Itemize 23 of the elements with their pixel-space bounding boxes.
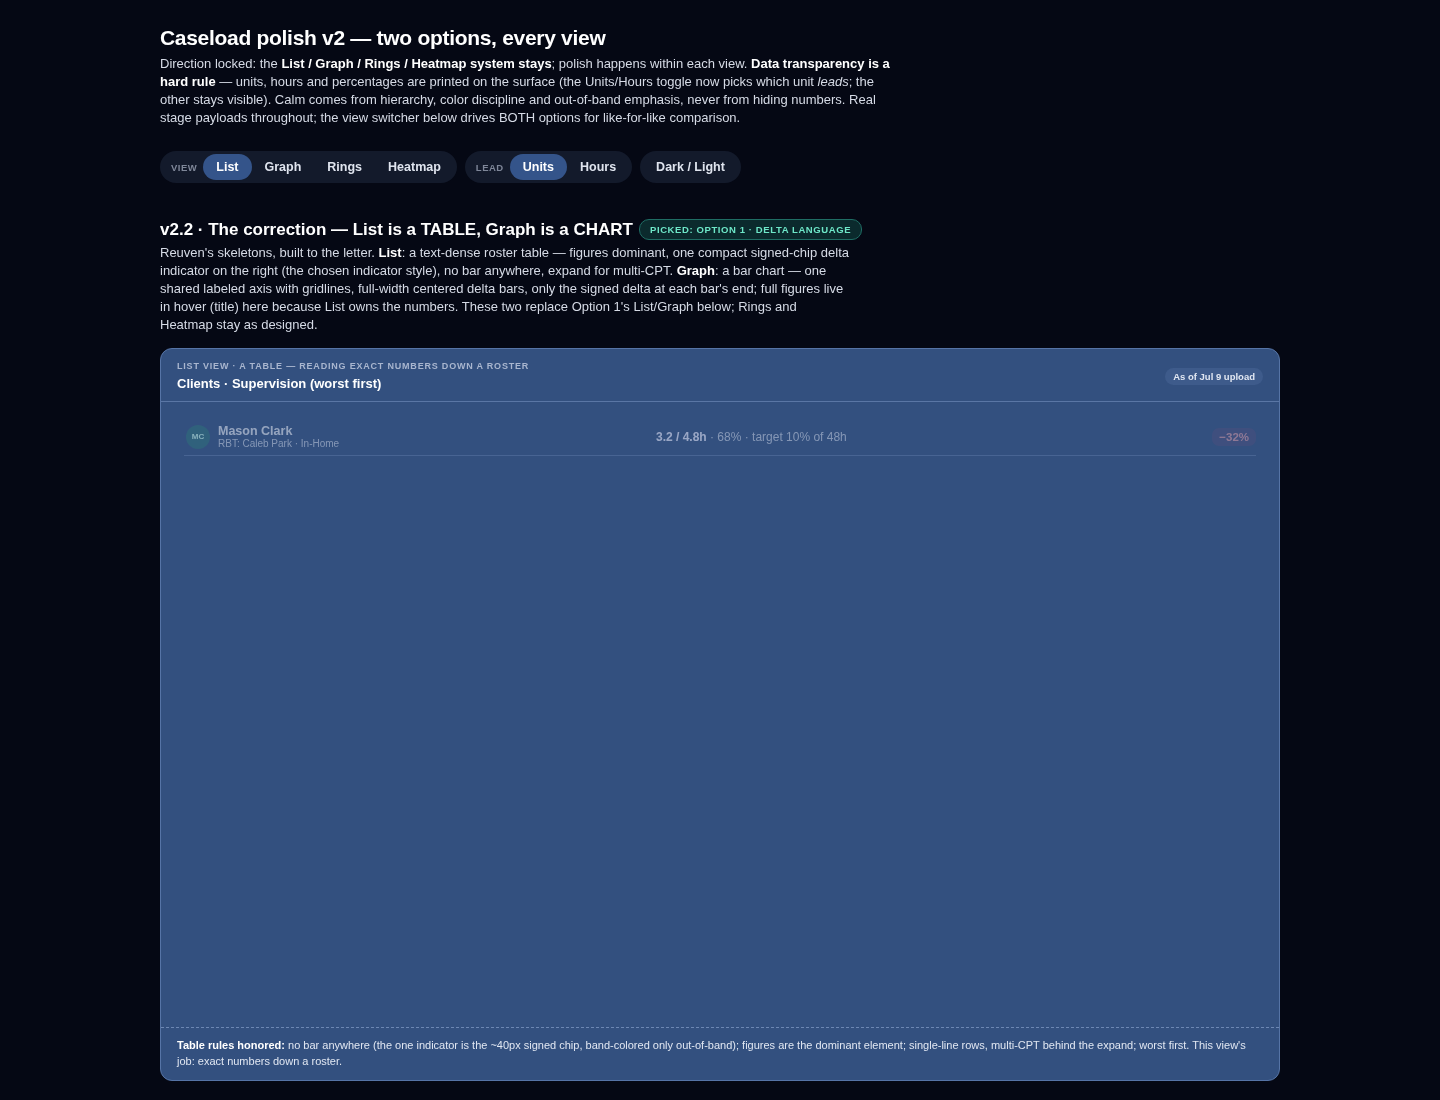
client-name: Mason Clark: [218, 424, 294, 438]
avatar-initials: MC: [186, 424, 210, 449]
toggle-option[interactable]: Dark / Light: [643, 154, 738, 180]
group-label: VIEW: [170, 161, 199, 173]
hours-figures: 3.2 / 4.8h · 68% · target 10% of 48h: [656, 429, 847, 444]
card-eyebrow: LIST VIEW · A TABLE — READING EXACT NUMBERS DOWN A ROSTER: [177, 361, 530, 371]
upload-date-badge: As of Jul 9 upload: [1165, 367, 1263, 385]
section-title: v2.2 · The correction — List is a TABLE, Graph is a CHART: [160, 219, 633, 240]
toggle-option[interactable]: List: [203, 154, 252, 180]
toggle-option[interactable]: Rings: [314, 154, 376, 180]
picked-badge: PICKED: OPTION 1 · DELTA LANGUAGE: [638, 219, 863, 240]
group-label: LEAD: [474, 161, 505, 173]
card-title: Clients · Supervision (worst first): [177, 376, 383, 391]
delta-chip: −32%: [1212, 427, 1256, 446]
section-description: Reuven's skeletons, built to the letter. List: a text-dense roster table — figures dominant, one compact signed-chip delta indicator on the right (the chosen indicator style), no bar anywhere, expand for multi-CPT. Graph: a bar chart — one shared labeled axis with gridlines, full-width centered delta bars, only the signed delta at each bar's end; full figures live in hover (title) here because List owns the numbers. These two replace Option 1's List/Graph below; Rings and Heatmap stay as designed.: [160, 244, 850, 334]
intro-paragraph: Direction locked: the List / Graph / Rings / Heatmap system stays; polish happens within each view. Data transparency is a hard rule — units, hours and percentages are printed on the surface (the Units/Hours toggle now picks which unit leads; the other stays visible). Calm comes from hierarchy, color discipline and out-of-band emphasis, never from hiding numbers. Real stage payloads throughout; the view switcher below drives BOTH options for like-for-like comparison.: [160, 55, 890, 127]
toggle-option[interactable]: Units: [509, 154, 567, 180]
toggle-option[interactable]: Graph: [251, 154, 315, 180]
table-rules-note: Table rules honored: no bar anywhere (the one indicator is the ~40px signed chip, band-colored only out-of-band); figures are the dominant element; single-line rows, multi-CPT behind the expand; worst first. This view's job: exact numbers down a roster.: [161, 1027, 1279, 1080]
toggle-option[interactable]: Hours: [567, 154, 630, 180]
toggle-option[interactable]: Heatmap: [375, 154, 454, 180]
page-title: Caseload polish v2 — two options, every view: [160, 26, 607, 50]
client-meta: RBT: Caleb Park · In-Home: [218, 438, 340, 449]
